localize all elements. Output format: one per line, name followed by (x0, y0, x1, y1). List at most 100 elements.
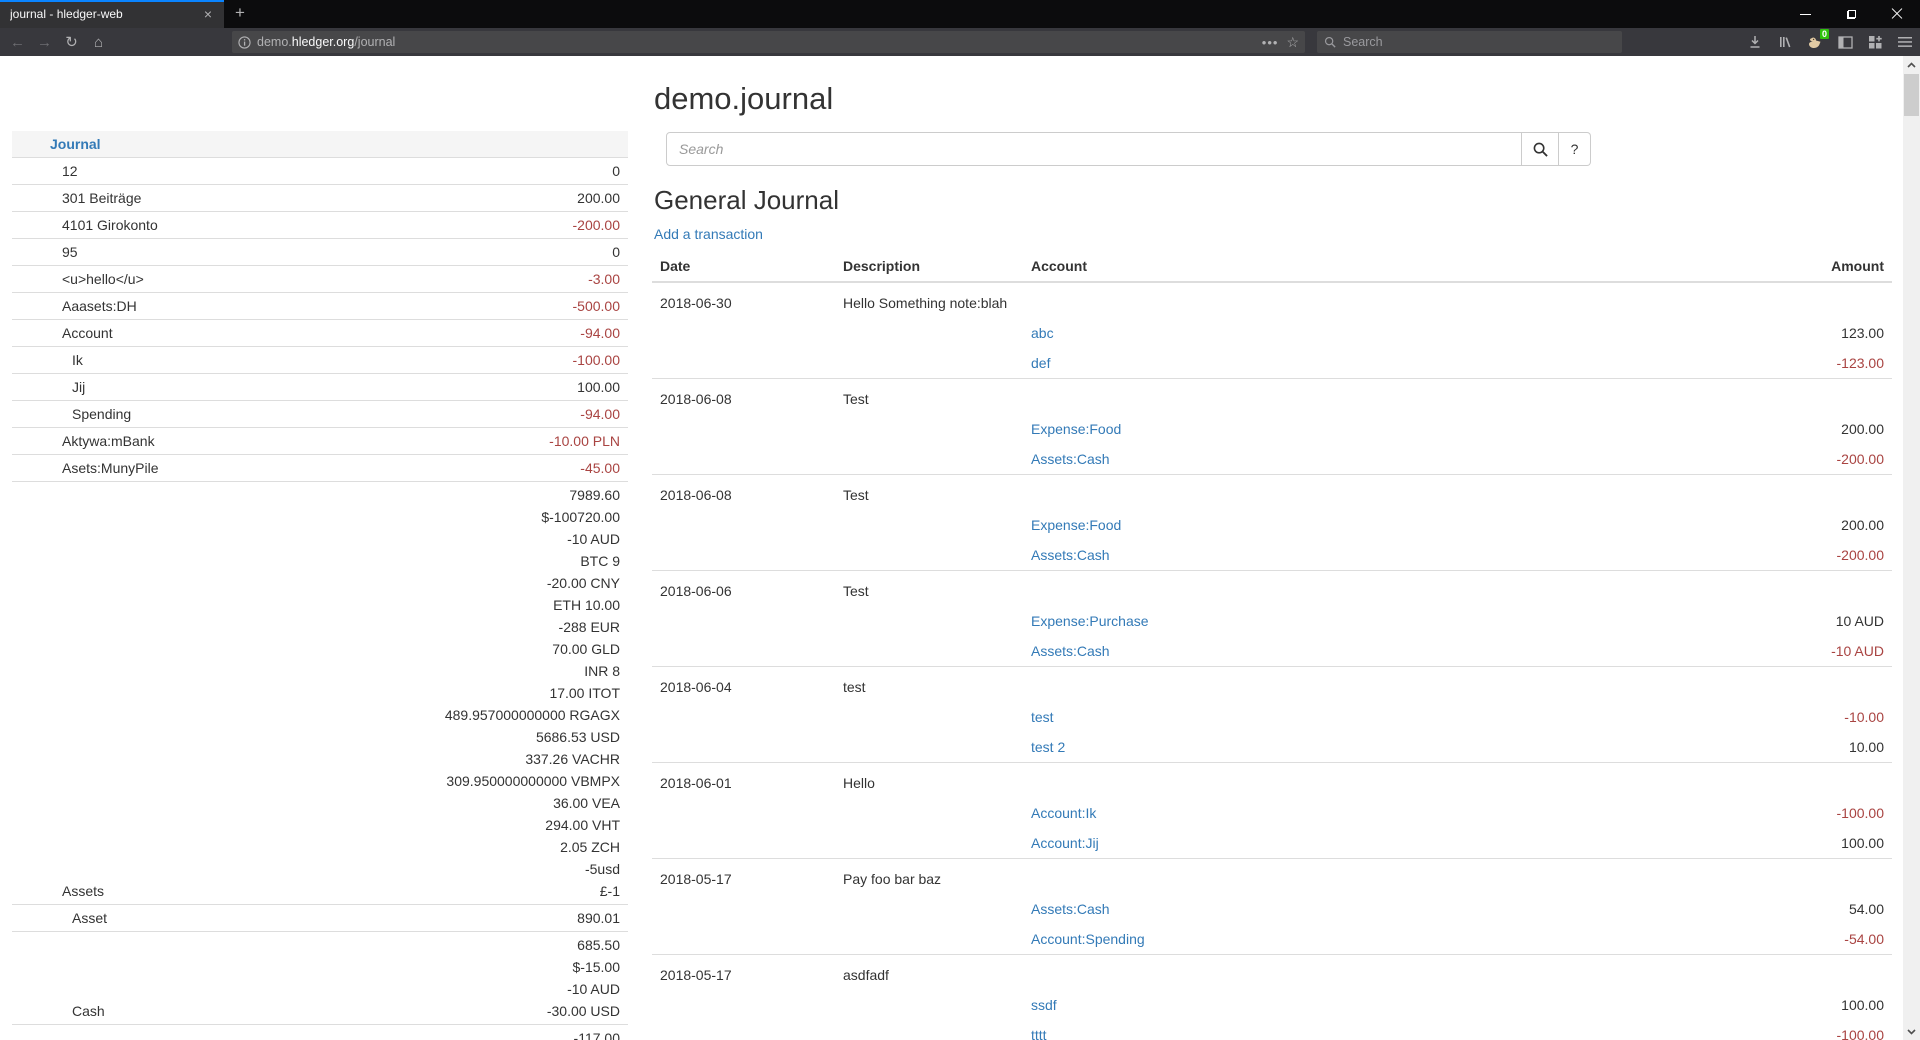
browser-tab[interactable]: journal - hledger-web × (0, 0, 224, 28)
forward-button[interactable]: → (31, 30, 58, 54)
sidebar-account-link[interactable]: Ik (72, 352, 83, 368)
transaction-header-row[interactable]: 2018-06-30Hello Something note:blah (652, 282, 1892, 318)
sidebar-account-row: Account -94.00 (12, 320, 628, 347)
sidebar-account-row: Jij100.00 (12, 374, 628, 401)
posting-account-link[interactable]: test (1031, 709, 1054, 725)
sidebar-amount: 489.957000000000 RGAGX (295, 704, 620, 726)
transaction-header-row[interactable]: 2018-06-04test (652, 667, 1892, 703)
sidebar-account-row: Aaasets:DH-500.00 (12, 293, 628, 320)
sidebar-amount: $-100720.00 (295, 506, 620, 528)
downloads-button[interactable] (1740, 30, 1770, 54)
menu-button[interactable] (1890, 30, 1920, 54)
sidebar-account-row: <u>hello</u> -3.00 (12, 266, 628, 293)
sidebar-account-link[interactable]: Aktywa:mBank (62, 433, 155, 449)
new-tab-button[interactable]: + (224, 0, 256, 28)
posting-account-link[interactable]: Expense:Food (1031, 517, 1121, 533)
minimize-button[interactable] (1782, 0, 1828, 28)
sidebar-account-row: Cash685.50$-15.00-10 AUD-30.00 USD (12, 932, 628, 1025)
sidebar-account-link[interactable]: 95 (62, 244, 78, 260)
sidebar-amount: -100.00 (295, 349, 620, 371)
add-transaction-link[interactable]: Add a transaction (654, 226, 763, 242)
posting-account-link[interactable]: abc (1031, 325, 1054, 341)
sidebar-account-link[interactable]: Spending (72, 406, 131, 422)
txn-description: Hello (835, 763, 1892, 799)
posting-account-link[interactable]: Assets:Cash (1031, 901, 1110, 917)
flexible-spaces-button[interactable] (1860, 30, 1890, 54)
url-bar[interactable]: demo.hledger.org/journal ••• ☆ (232, 31, 1305, 53)
browser-search-input[interactable] (1343, 35, 1583, 49)
sidebar-account-link[interactable]: Account (62, 325, 113, 341)
close-window-button[interactable] (1874, 0, 1920, 28)
posting-account-link[interactable]: Account:Spending (1031, 931, 1145, 947)
posting-account-link[interactable]: Account:Ik (1031, 805, 1096, 821)
tab-close-icon[interactable]: × (200, 7, 216, 21)
sidebar-amount: -94.00 (295, 322, 620, 344)
transaction: 2018-06-30Hello Something note:blahabc12… (652, 282, 1892, 379)
url-text: demo.hledger.org/journal (257, 35, 395, 49)
sidebar-account-link[interactable]: 12 (62, 163, 78, 179)
posting-account-link[interactable]: Account:Jij (1031, 835, 1099, 851)
sidebar-account-row: 95 0 (12, 239, 628, 266)
sidebar-account-link[interactable]: Asets:MunyPile (62, 460, 158, 476)
posting-account-link[interactable]: def (1031, 355, 1050, 371)
txn-date: 2018-06-08 (652, 379, 835, 415)
page-scrollbar[interactable] (1903, 56, 1920, 1040)
posting-account-link[interactable]: Expense:Food (1031, 421, 1121, 437)
sidebar-amount: -5usd (295, 858, 620, 880)
sidebar-amount: -117.00 (295, 1027, 620, 1040)
transaction-header-row[interactable]: 2018-06-08Test (652, 475, 1892, 511)
posting-row: Expense:Food200.00 (652, 510, 1892, 540)
sidebar-account-link[interactable]: Jij (72, 379, 85, 395)
txn-description: asdfadf (835, 955, 1892, 991)
restore-icon (1847, 10, 1856, 19)
posting-account-link[interactable]: Expense:Purchase (1031, 613, 1149, 629)
scroll-up-arrow[interactable] (1903, 56, 1920, 73)
browser-search-box[interactable] (1317, 31, 1622, 53)
library-button[interactable] (1770, 30, 1800, 54)
scroll-down-arrow[interactable] (1903, 1023, 1920, 1040)
posting-account-link[interactable]: ssdf (1031, 997, 1057, 1013)
sidebar-account-link[interactable]: 4101 Girokonto (62, 217, 158, 233)
bookmark-star-icon[interactable]: ☆ (1286, 34, 1299, 51)
transaction-header-row[interactable]: 2018-05-17Pay foo bar baz (652, 859, 1892, 895)
home-button[interactable]: ⌂ (85, 30, 112, 54)
extension-button[interactable]: 0 (1800, 30, 1830, 54)
sidebar-account-link[interactable]: Cash (72, 1003, 105, 1019)
scrollbar-thumb[interactable] (1904, 74, 1919, 116)
sidebar-account-link[interactable]: Asset (72, 910, 107, 926)
journal-link[interactable]: Journal (50, 136, 101, 152)
page-actions-icon[interactable]: ••• (1262, 35, 1279, 50)
posting-account-link[interactable]: Assets:Cash (1031, 547, 1110, 563)
accounts-sidebar: Journal 12 0 301 Beiträge 200.00 4101 Giroko… (12, 131, 628, 1040)
reload-button[interactable]: ↻ (58, 30, 85, 54)
journal-search-input[interactable] (666, 132, 1522, 166)
transaction-header-row[interactable]: 2018-06-08Test (652, 379, 1892, 415)
sidebar-account-link[interactable]: Aaasets:DH (62, 298, 137, 314)
restore-button[interactable] (1828, 0, 1874, 28)
sidebar-amount: -3.00 (295, 268, 620, 290)
journal-heading: General Journal (654, 186, 1892, 214)
sidebar-account-link[interactable]: <u>hello</u> (62, 271, 144, 287)
sidebar-account-link[interactable]: 301 Beiträge (62, 190, 141, 206)
posting-account-link[interactable]: test 2 (1031, 739, 1065, 755)
sidebars-button[interactable] (1830, 30, 1860, 54)
sidebar-amount: 890.01 (295, 907, 620, 929)
search-help-button[interactable]: ? (1559, 132, 1591, 166)
sidebar-account-balance: 200.00 (287, 185, 628, 212)
sidebar-account-balance: 0 (287, 239, 628, 266)
search-button[interactable] (1522, 132, 1559, 166)
back-button[interactable]: ← (4, 30, 31, 54)
sidebar-account-link[interactable]: Assets (62, 883, 104, 899)
site-info-icon[interactable] (238, 36, 251, 49)
transaction-header-row[interactable]: 2018-06-01Hello (652, 763, 1892, 799)
transaction-header-row[interactable]: 2018-06-06Test (652, 571, 1892, 607)
sidebar-amount: 5686.53 USD (295, 726, 620, 748)
posting-account-link[interactable]: Assets:Cash (1031, 451, 1110, 467)
posting-account-link[interactable]: Assets:Cash (1031, 643, 1110, 659)
posting-account-link[interactable]: tttt (1031, 1027, 1047, 1040)
magnifier-icon (1533, 142, 1548, 157)
txn-date: 2018-06-04 (652, 667, 835, 703)
transaction-header-row[interactable]: 2018-05-17asdfadf (652, 955, 1892, 991)
sidebar-account-balance: -45.00 (287, 455, 628, 482)
main-panel: demo.journal ? General Journal Add a tra… (652, 56, 1892, 1040)
